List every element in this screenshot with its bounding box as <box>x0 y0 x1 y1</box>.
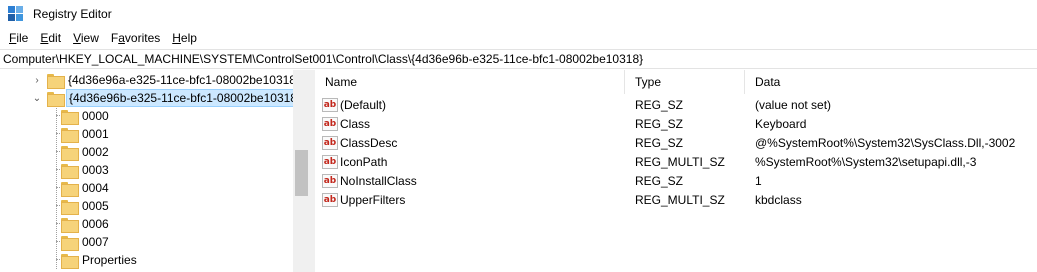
tree-item-0003[interactable]: 0003 <box>57 161 111 179</box>
folder-icon <box>61 199 79 215</box>
tree-item-0007[interactable]: 0007 <box>57 233 111 251</box>
tree-item-label: {4d36e96a-e325-11ce-bfc1-08002be10318} <box>68 73 300 87</box>
string-value-icon: ab <box>322 154 338 169</box>
value-row-classdesc[interactable]: ab ClassDesc REG_SZ @%SystemRoot%\System3… <box>315 133 1037 152</box>
tree-item-label: 0007 <box>82 235 109 249</box>
value-type: REG_SZ <box>635 97 684 112</box>
value-data: Keyboard <box>755 116 807 131</box>
tree-item-label: 0001 <box>82 127 109 141</box>
string-value-icon: ab <box>322 116 338 131</box>
tree-item-selected-key[interactable]: ⌄ {4d36e96b-e325-11ce-bfc1-08002be10318} <box>31 89 304 107</box>
tree-item-label: 0003 <box>82 163 109 177</box>
menu-view[interactable]: View <box>67 27 105 49</box>
string-value-icon: ab <box>322 192 338 207</box>
tree-item-0001[interactable]: 0001 <box>57 125 111 143</box>
tree-item-label: 0000 <box>82 109 109 123</box>
folder-icon <box>61 145 79 161</box>
value-data: %SystemRoot%\System32\setupapi.dll,-3 <box>755 154 977 169</box>
value-type: REG_SZ <box>635 116 684 131</box>
value-type: REG_MULTI_SZ <box>635 154 725 169</box>
tree-item-0000[interactable]: 0000 <box>57 107 111 125</box>
tree-item-label: 0005 <box>82 199 109 213</box>
column-header-type[interactable]: Type <box>625 70 745 94</box>
value-data: 1 <box>755 173 762 188</box>
chevron-right-icon[interactable]: › <box>31 74 43 86</box>
column-header-name[interactable]: Name <box>315 70 625 94</box>
value-row-default[interactable]: ab (Default) REG_SZ (value not set) <box>315 95 1037 114</box>
value-name: UpperFilters <box>340 192 406 207</box>
tree-item-label: {4d36e96b-e325-11ce-bfc1-08002be10318} <box>66 89 304 107</box>
value-name: (Default) <box>340 97 387 112</box>
value-row-noinstallclass[interactable]: ab NoInstallClass REG_SZ 1 <box>315 171 1037 190</box>
value-name: Class <box>340 116 371 131</box>
tree-item-0005[interactable]: 0005 <box>57 197 111 215</box>
tree-item-0006[interactable]: 0006 <box>57 215 111 233</box>
folder-icon <box>61 163 79 179</box>
value-name: ClassDesc <box>340 135 398 150</box>
tree-item-0004[interactable]: 0004 <box>57 179 111 197</box>
column-header-data[interactable]: Data <box>745 70 1037 94</box>
chevron-down-icon[interactable]: ⌄ <box>31 92 43 104</box>
menu-edit[interactable]: Edit <box>34 27 67 49</box>
scrollbar-thumb[interactable] <box>295 150 308 196</box>
tree-item-0002[interactable]: 0002 <box>57 143 111 161</box>
string-value-icon: ab <box>322 135 338 150</box>
menu-file[interactable]: File <box>3 27 34 49</box>
menu-favorites[interactable]: Favorites <box>105 27 166 49</box>
value-data: (value not set) <box>755 97 832 112</box>
value-data: @%SystemRoot%\System32\SysClass.Dll,-300… <box>755 135 1016 150</box>
folder-icon <box>61 127 79 143</box>
folder-icon <box>47 91 65 107</box>
value-row-upperfilters[interactable]: ab UpperFilters REG_MULTI_SZ kbdclass <box>315 190 1037 209</box>
list-header: Name Type Data <box>315 70 1037 94</box>
value-type: REG_MULTI_SZ <box>635 192 725 207</box>
value-type: REG_SZ <box>635 135 684 150</box>
folder-icon <box>61 217 79 233</box>
string-value-icon: ab <box>322 97 338 112</box>
tree-item-properties[interactable]: Properties <box>57 251 139 269</box>
values-list: Name Type Data ab (Default) REG_SZ (value… <box>315 70 1037 272</box>
tree-item-label: 0004 <box>82 181 109 195</box>
folder-icon <box>61 181 79 197</box>
key-tree: › {4d36e96a-e325-11ce-bfc1-08002be10318}… <box>0 70 310 272</box>
tree-item-label: 0002 <box>82 145 109 159</box>
window-title: Registry Editor <box>33 6 112 21</box>
menu-bar: File Edit View Favorites Help <box>0 27 1037 49</box>
folder-icon <box>61 235 79 251</box>
string-value-icon: ab <box>322 173 338 188</box>
title-bar: Registry Editor <box>0 0 1037 27</box>
folder-icon <box>61 109 79 125</box>
value-name: NoInstallClass <box>340 173 417 188</box>
value-data: kbdclass <box>755 192 802 207</box>
value-row-iconpath[interactable]: ab IconPath REG_MULTI_SZ %SystemRoot%\Sys… <box>315 152 1037 171</box>
tree-item-label: Properties <box>82 253 137 267</box>
value-type: REG_SZ <box>635 173 684 188</box>
tree-item-sibling-key[interactable]: › {4d36e96a-e325-11ce-bfc1-08002be10318} <box>31 71 302 89</box>
folder-icon <box>61 253 79 269</box>
folder-icon <box>47 73 65 89</box>
value-name: IconPath <box>340 154 388 169</box>
tree-scrollbar[interactable] <box>293 70 310 272</box>
menu-help[interactable]: Help <box>166 27 203 49</box>
address-bar[interactable]: Computer\HKEY_LOCAL_MACHINE\SYSTEM\Contr… <box>0 49 1037 69</box>
registry-editor-icon <box>8 5 24 22</box>
value-row-class[interactable]: ab Class REG_SZ Keyboard <box>315 114 1037 133</box>
tree-item-label: 0006 <box>82 217 109 231</box>
